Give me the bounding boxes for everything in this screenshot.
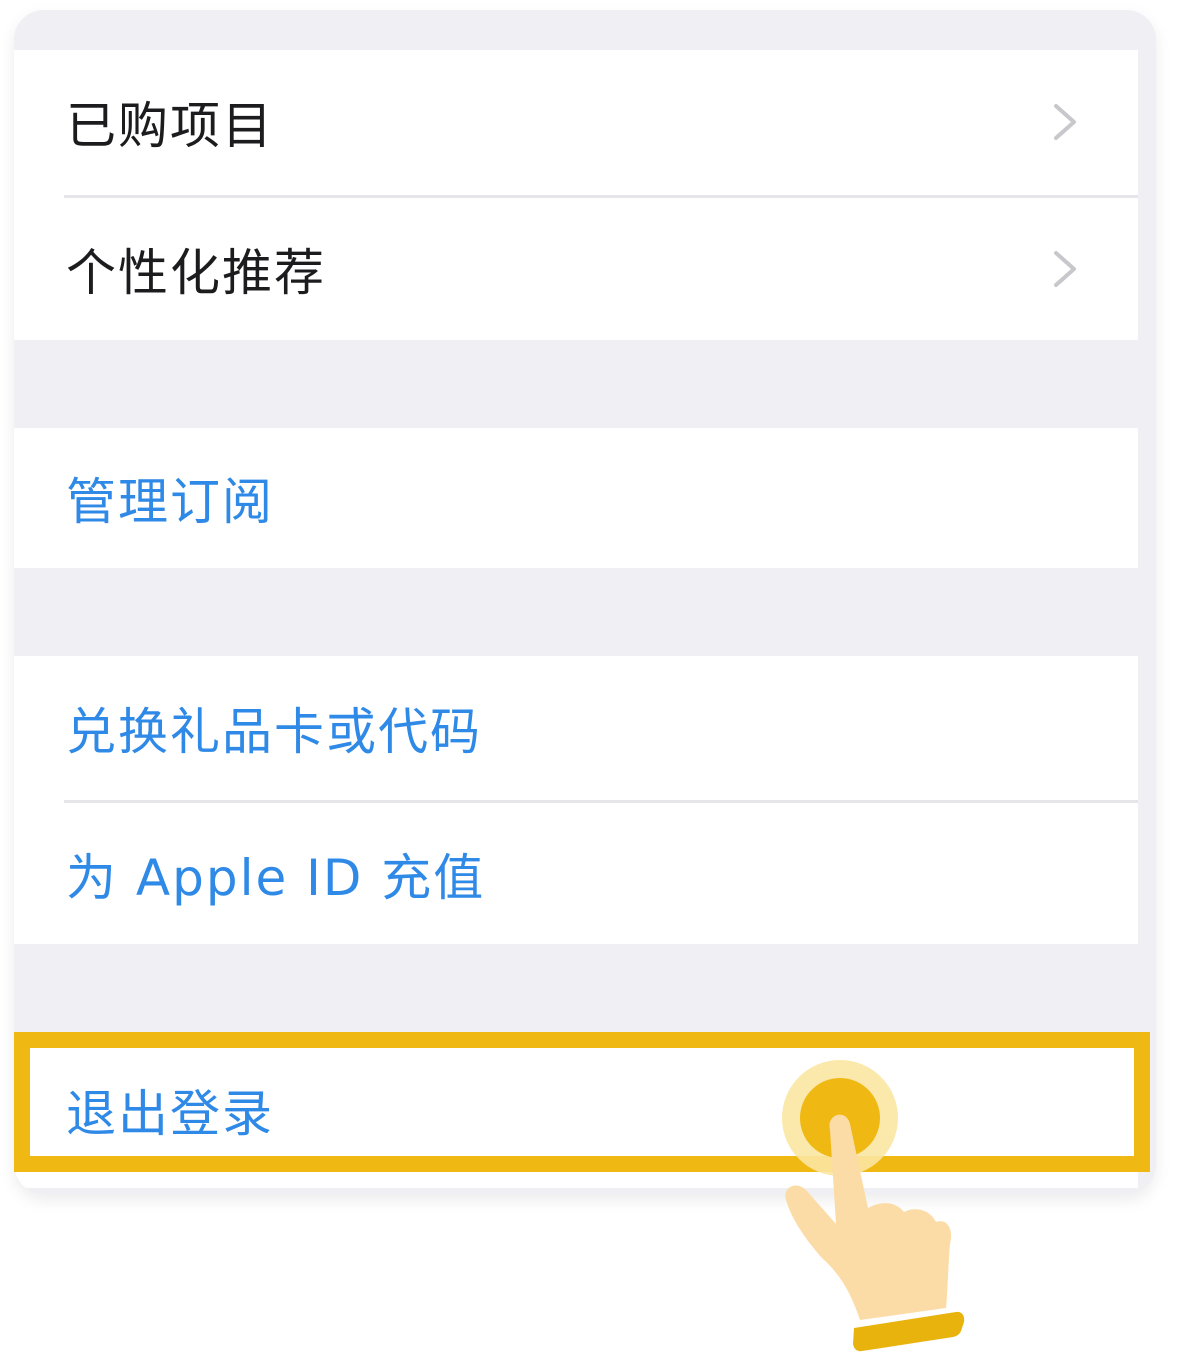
- tap-hand-icon: [782, 1060, 965, 1352]
- purchases-group: 已购项目 个性化推荐: [14, 50, 1138, 340]
- chevron-right-icon: [1054, 251, 1076, 287]
- add-funds-label: 为 Apple ID 充值: [66, 848, 486, 907]
- menu-item-purchased[interactable]: 已购项目: [14, 50, 1138, 194]
- menu-item-personalized[interactable]: 个性化推荐: [14, 198, 1138, 340]
- subscriptions-group: 管理订阅: [14, 428, 1138, 568]
- menu-item-manage-subscriptions[interactable]: 管理订阅: [14, 428, 1138, 568]
- menu-item-add-funds[interactable]: 为 Apple ID 充值: [14, 803, 1138, 944]
- redeem-label: 兑换礼品卡或代码: [66, 703, 482, 761]
- funds-group: 兑换礼品卡或代码 为 Apple ID 充值: [14, 656, 1138, 944]
- manage-subscriptions-label: 管理订阅: [66, 473, 274, 531]
- settings-panel: 已购项目 个性化推荐 管理订阅 兑换礼品卡或代码 为 Apple ID 充值 退…: [14, 10, 1156, 1194]
- menu-item-redeem[interactable]: 兑换礼品卡或代码: [14, 656, 1138, 800]
- sign-out-label: 退出登录: [66, 1085, 274, 1143]
- chevron-right-icon: [1054, 104, 1076, 140]
- menu-item-purchased-label: 已购项目: [66, 97, 274, 155]
- menu-item-personalized-label: 个性化推荐: [66, 244, 326, 302]
